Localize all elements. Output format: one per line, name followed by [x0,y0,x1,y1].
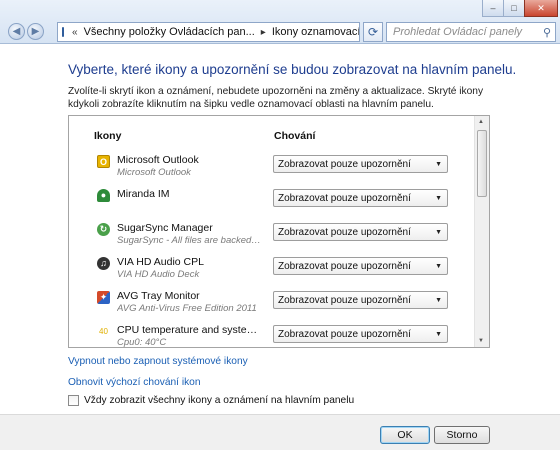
chevron-down-icon: ▼ [435,160,442,168]
list-item: ♫ VIA HD Audio CPL VIA HD Audio Deck Zob… [69,254,474,288]
chevron-down-icon: ▼ [435,296,442,304]
maximize-button[interactable]: □ [503,0,525,17]
app-subtitle: Cpu0: 40°C [117,337,167,348]
behavior-select[interactable]: Zobrazovat pouze upozornění ▼ [273,223,448,241]
behavior-value: Zobrazovat pouze upozornění [278,260,411,272]
cancel-button[interactable]: Storno [434,426,490,444]
page-title: Vyberte, které ikony a upozornění se bud… [68,62,517,77]
audio-icon: ♫ [97,257,110,270]
control-panel-icon [62,27,64,37]
behavior-value: Zobrazovat pouze upozornění [278,192,411,204]
app-subtitle: SugarSync - All files are backed up a... [117,235,262,246]
address-bar[interactable]: « Všechny položky Ovládacích pan... ▸ Ik… [57,22,360,42]
back-arrow-icon: ◀ [12,25,21,37]
forward-arrow-icon: ▶ [31,25,40,37]
search-icon[interactable]: ⚲ [543,26,551,39]
behavior-select[interactable]: Zobrazovat pouze upozornění ▼ [273,291,448,309]
behavior-select[interactable]: Zobrazovat pouze upozornění ▼ [273,257,448,275]
toggle-system-icons-link[interactable]: Vypnout nebo zapnout systémové ikony [68,356,248,367]
behavior-value: Zobrazovat pouze upozornění [278,328,411,340]
always-show-all-label: Vždy zobrazit všechny ikony a oznámení n… [84,395,355,406]
dialog-footer: OK Storno [0,414,560,450]
notification-icons-list: Ikony Chování O Microsoft Outlook Micros… [68,115,490,348]
behavior-select[interactable]: Zobrazovat pouze upozornění ▼ [273,325,448,343]
close-window-button[interactable]: ✕ [524,0,558,17]
miranda-user-icon: ● [97,189,110,202]
list-item: ✦ AVG Tray Monitor AVG Anti-Virus Free E… [69,288,474,322]
app-name: AVG Tray Monitor [117,290,200,302]
app-subtitle: AVG Anti-Virus Free Edition 2011 [117,303,257,314]
page-description: Zvolíte-li skrytí ikon a oznámení, nebud… [68,86,484,110]
avg-icon: ✦ [97,291,110,304]
search-input[interactable]: Prohledat Ovládací panely ⚲ [386,22,556,42]
app-name: Miranda IM [117,188,170,200]
scroll-up-icon[interactable]: ▲ [478,119,484,125]
breadcrumb-separator-icon: « [72,26,78,38]
column-header-icons: Ikony [94,130,122,142]
sugarsync-icon: ↻ [97,223,110,236]
scrollbar-thumb[interactable] [477,130,487,197]
chevron-down-icon: ▼ [435,330,442,338]
scroll-down-icon[interactable]: ▼ [478,338,484,344]
restore-defaults-link[interactable]: Obnovit výchozí chování ikon [68,377,201,388]
always-show-all-option[interactable]: Vždy zobrazit všechny ikony a oznámení n… [68,395,354,406]
behavior-select[interactable]: Zobrazovat pouze upozornění ▼ [273,189,448,207]
refresh-icon: ⟳ [367,25,379,39]
always-show-all-checkbox[interactable] [68,395,79,406]
app-name: Microsoft Outlook [117,154,199,166]
breadcrumb-item-all-control-panel[interactable]: Všechny položky Ovládacích pan... [82,26,257,38]
list-item: 40 CPU temperature and system inform... … [69,322,474,348]
list-item: ↻ SugarSync Manager SugarSync - All file… [69,220,474,254]
chevron-down-icon: ▼ [435,228,442,236]
list-scrollbar[interactable]: ▲ ▼ [474,116,489,347]
behavior-select[interactable]: Zobrazovat pouze upozornění ▼ [273,155,448,173]
list-item: O Microsoft Outlook Microsoft Outlook Zo… [69,152,474,186]
outlook-icon: O [97,155,110,168]
chevron-down-icon: ▼ [435,194,442,202]
list-item: ● Miranda IM Zobrazovat pouze upozornění… [69,186,474,220]
app-subtitle: Microsoft Outlook [117,167,191,178]
behavior-value: Zobrazovat pouze upozornění [278,226,411,238]
refresh-button[interactable]: ⟳ [363,22,383,42]
minimize-button[interactable]: – [482,0,504,17]
search-placeholder: Prohledat Ovládací panely [393,26,523,38]
app-subtitle: VIA HD Audio Deck [117,269,200,280]
app-name: SugarSync Manager [117,222,213,234]
app-name: VIA HD Audio CPL [117,256,204,268]
breadcrumb-item-notification-icons[interactable]: Ikony oznamovací oblasti [270,26,359,38]
title-bar: – □ ✕ ◀ ▶ « Všechny položky Ovládacích p… [0,0,560,44]
behavior-value: Zobrazovat pouze upozornění [278,294,411,306]
chevron-down-icon: ▼ [435,262,442,270]
column-header-behavior: Chování [274,130,316,142]
cpu-temp-icon: 40 [99,327,108,336]
behavior-value: Zobrazovat pouze upozornění [278,158,411,170]
back-button[interactable]: ◀ [8,23,25,40]
app-name: CPU temperature and system inform... [117,324,262,336]
forward-button[interactable]: ▶ [27,23,44,40]
breadcrumb-separator-icon: ▸ [260,26,266,38]
ok-button[interactable]: OK [380,426,430,444]
